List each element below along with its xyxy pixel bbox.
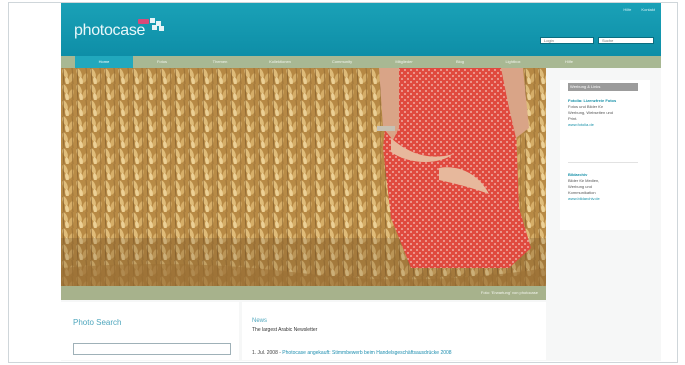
news-item-date: 1. Jul. 2008 - (252, 350, 281, 356)
nav-item-mitglieder[interactable]: Mitglieder (373, 56, 435, 68)
nav-item-blog[interactable]: Blog (435, 56, 485, 68)
sidebar-divider (568, 162, 638, 163)
nav-item-kollektionen[interactable]: Kollektionen (249, 56, 311, 68)
logo-badge (138, 19, 149, 24)
photo-search-title: Photo Search (73, 318, 122, 327)
top-links: Hilfe Kontakt (623, 7, 655, 12)
site-logo[interactable]: photocase (74, 22, 145, 40)
hero-image[interactable] (61, 68, 546, 286)
nav-item-hilfe[interactable]: Hilfe (541, 56, 597, 68)
header-search-field[interactable]: Suche (598, 37, 654, 44)
sidebar-ad-1[interactable]: Fotolia: Lizenzfreie Fotos Fotos und Bil… (568, 98, 640, 128)
top-link-help[interactable]: Hilfe (623, 7, 631, 12)
nav-item-community[interactable]: Community (311, 56, 373, 68)
sidebar-heading: Werbung & Links (568, 83, 638, 91)
nav-item-themen[interactable]: Themen (191, 56, 249, 68)
sidebar-ad-2-url[interactable]: www.bildarchiv.de (568, 196, 640, 202)
hero-caption-bar: Foto: 'Erwartung' von photocase (61, 286, 546, 300)
wheat-field-photo (61, 68, 546, 286)
sidebar-ad-1-url[interactable]: www.fotolia.de (568, 122, 640, 128)
photo-search-input[interactable] (73, 343, 231, 355)
top-link-contact[interactable]: Kontakt (641, 7, 655, 12)
main-nav: Home Fotos Themen Kollektionen Community… (61, 56, 661, 68)
news-title[interactable]: News (252, 318, 267, 324)
nav-item-home[interactable]: Home (75, 56, 133, 68)
news-subtitle: The largest Arabic Newsletter (252, 327, 318, 333)
left-margin (9, 3, 61, 361)
nav-item-lightbox[interactable]: Lightbox (485, 56, 541, 68)
hero-caption[interactable]: Foto: 'Erwartung' von photocase (481, 290, 538, 295)
nav-item-fotos[interactable]: Fotos (133, 56, 191, 68)
sidebar-ad-2[interactable]: Bildarchiv Bilder für Medien, Werbung un… (568, 172, 640, 202)
logo-mark-icon (150, 18, 168, 32)
login-field[interactable]: Login (540, 37, 594, 44)
news-item: 1. Jul. 2008 - Photocase angekauft: Stim… (252, 350, 452, 356)
news-item-link[interactable]: Photocase angekauft: Stimmbewerb beim Ha… (282, 350, 451, 356)
